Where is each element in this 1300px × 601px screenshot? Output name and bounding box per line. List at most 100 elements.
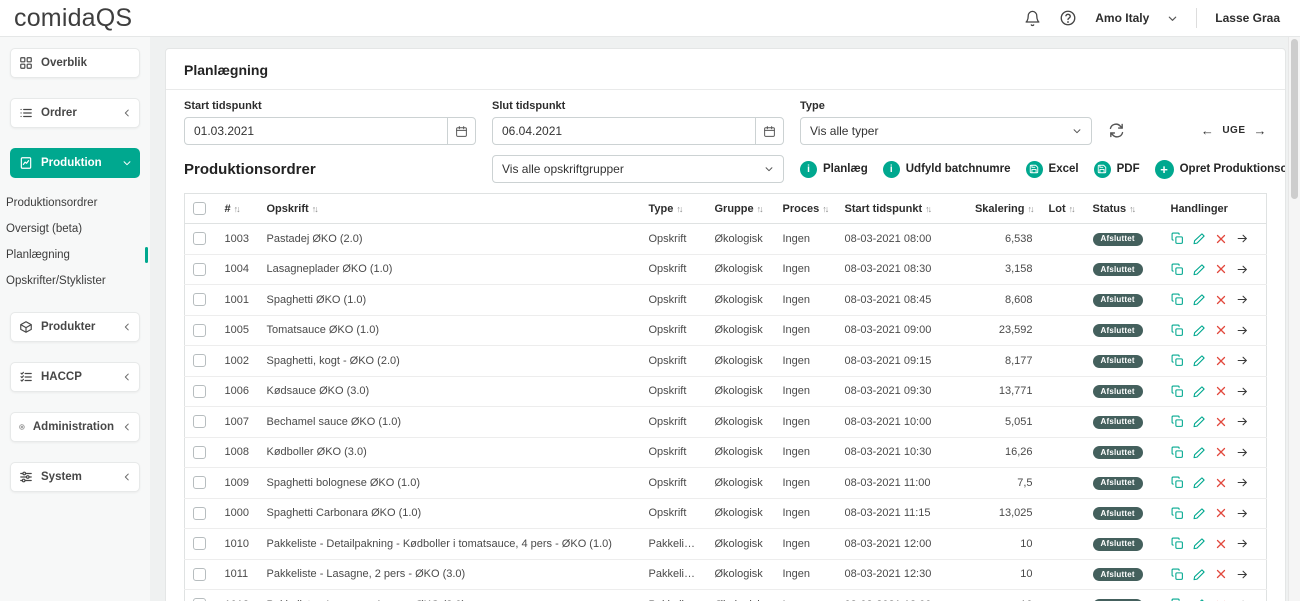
sidebar-item-opskrifter-styklister[interactable]: Opskrifter/Styklister (0, 268, 150, 294)
sort-icon[interactable]: ↑↓ (1069, 204, 1074, 214)
delete-x-icon[interactable] (1215, 385, 1227, 397)
open-arrow-icon[interactable] (1236, 232, 1249, 245)
col-start-tidspunkt[interactable]: Start tidspunkt (845, 203, 923, 215)
col-gruppe[interactable]: Gruppe (715, 203, 754, 215)
delete-x-icon[interactable] (1215, 324, 1227, 336)
copy-icon[interactable] (1171, 476, 1184, 489)
copy-icon[interactable] (1171, 263, 1184, 276)
open-arrow-icon[interactable] (1236, 476, 1249, 489)
company-selector[interactable]: Amo Italy (1095, 11, 1178, 25)
row-checkbox[interactable] (193, 263, 206, 276)
open-arrow-icon[interactable] (1236, 507, 1249, 520)
sort-icon[interactable]: ↑↓ (925, 204, 930, 214)
col-type[interactable]: Type (649, 203, 674, 215)
sidebar-item-system[interactable]: System (10, 462, 140, 492)
edit-pencil-icon[interactable] (1193, 385, 1206, 398)
edit-pencil-icon[interactable] (1193, 537, 1206, 550)
edit-pencil-icon[interactable] (1193, 507, 1206, 520)
copy-icon[interactable] (1171, 232, 1184, 245)
sort-icon[interactable]: ↑↓ (312, 204, 317, 214)
copy-icon[interactable] (1171, 293, 1184, 306)
refresh-icon[interactable] (1108, 122, 1125, 139)
delete-x-icon[interactable] (1215, 416, 1227, 428)
row-checkbox[interactable] (193, 293, 206, 306)
row-checkbox[interactable] (193, 385, 206, 398)
select-all-checkbox[interactable] (193, 202, 206, 215)
open-arrow-icon[interactable] (1236, 263, 1249, 276)
col-skalering[interactable]: Skalering (975, 203, 1025, 215)
copy-icon[interactable] (1171, 324, 1184, 337)
copy-icon[interactable] (1171, 568, 1184, 581)
sidebar-item-haccp[interactable]: HACCP (10, 362, 140, 392)
start-time-input[interactable] (185, 124, 447, 138)
edit-pencil-icon[interactable] (1193, 232, 1206, 245)
row-checkbox[interactable] (193, 324, 206, 337)
sidebar-item-overblik[interactable]: Overblik (10, 48, 140, 78)
open-arrow-icon[interactable] (1236, 354, 1249, 367)
notifications-bell-icon[interactable] (1024, 10, 1041, 27)
delete-x-icon[interactable] (1215, 568, 1227, 580)
sidebar-item-planlaegning[interactable]: Planlægning (0, 242, 150, 268)
open-arrow-icon[interactable] (1236, 324, 1249, 337)
type-select[interactable]: Vis alle typer (800, 117, 1092, 145)
sort-icon[interactable]: ↑↓ (234, 204, 239, 214)
sort-icon[interactable]: ↑↓ (676, 204, 681, 214)
user-menu[interactable]: Lasse Graa (1215, 11, 1280, 25)
sidebar-item-administration[interactable]: Administration (10, 412, 140, 442)
calendar-icon[interactable] (447, 118, 475, 144)
recipe-group-select[interactable]: Vis alle opskriftgrupper (492, 155, 784, 183)
open-arrow-icon[interactable] (1236, 446, 1249, 459)
edit-pencil-icon[interactable] (1193, 324, 1206, 337)
open-arrow-icon[interactable] (1236, 568, 1249, 581)
delete-x-icon[interactable] (1215, 263, 1227, 275)
copy-icon[interactable] (1171, 507, 1184, 520)
sidebar-item-oversigt-beta[interactable]: Oversigt (beta) (0, 216, 150, 242)
row-checkbox[interactable] (193, 446, 206, 459)
delete-x-icon[interactable] (1215, 294, 1227, 306)
sort-icon[interactable]: ↑↓ (1028, 204, 1033, 214)
excel-export-button[interactable]: Excel (1026, 161, 1079, 178)
next-week-arrow-icon[interactable]: → (1254, 123, 1268, 138)
copy-icon[interactable] (1171, 415, 1184, 428)
create-production-order-button[interactable]: + Opret Produktionsordre (1155, 160, 1286, 179)
end-time-input[interactable] (493, 124, 755, 138)
copy-icon[interactable] (1171, 385, 1184, 398)
delete-x-icon[interactable] (1215, 233, 1227, 245)
delete-x-icon[interactable] (1215, 446, 1227, 458)
delete-x-icon[interactable] (1215, 538, 1227, 550)
row-checkbox[interactable] (193, 507, 206, 520)
edit-pencil-icon[interactable] (1193, 568, 1206, 581)
edit-pencil-icon[interactable] (1193, 476, 1206, 489)
sort-icon[interactable]: ↑↓ (822, 204, 827, 214)
app-logo[interactable]: comidaQS (14, 4, 132, 33)
scrollbar-thumb[interactable] (1291, 39, 1298, 199)
udfyld-batchnumre-button[interactable]: i Udfyld batchnumre (883, 161, 1011, 178)
copy-icon[interactable] (1171, 354, 1184, 367)
row-checkbox[interactable] (193, 354, 206, 367)
open-arrow-icon[interactable] (1236, 293, 1249, 306)
open-arrow-icon[interactable] (1236, 385, 1249, 398)
open-arrow-icon[interactable] (1236, 537, 1249, 550)
delete-x-icon[interactable] (1215, 507, 1227, 519)
col-proces[interactable]: Proces (783, 203, 820, 215)
row-checkbox[interactable] (193, 568, 206, 581)
delete-x-icon[interactable] (1215, 477, 1227, 489)
row-checkbox[interactable] (193, 537, 206, 550)
col-lot[interactable]: Lot (1049, 203, 1066, 215)
col-id[interactable]: # (225, 203, 231, 215)
copy-icon[interactable] (1171, 537, 1184, 550)
planlaeg-button[interactable]: i Planlæg (800, 161, 868, 178)
row-checkbox[interactable] (193, 415, 206, 428)
vertical-scrollbar[interactable] (1288, 37, 1300, 601)
edit-pencil-icon[interactable] (1193, 446, 1206, 459)
pdf-export-button[interactable]: PDF (1094, 161, 1140, 178)
delete-x-icon[interactable] (1215, 355, 1227, 367)
edit-pencil-icon[interactable] (1193, 263, 1206, 276)
sort-icon[interactable]: ↑↓ (757, 204, 762, 214)
col-status[interactable]: Status (1093, 203, 1127, 215)
col-opskrift[interactable]: Opskrift (267, 203, 309, 215)
copy-icon[interactable] (1171, 446, 1184, 459)
sidebar-item-produktion[interactable]: Produktion (10, 148, 140, 178)
row-checkbox[interactable] (193, 232, 206, 245)
edit-pencil-icon[interactable] (1193, 354, 1206, 367)
